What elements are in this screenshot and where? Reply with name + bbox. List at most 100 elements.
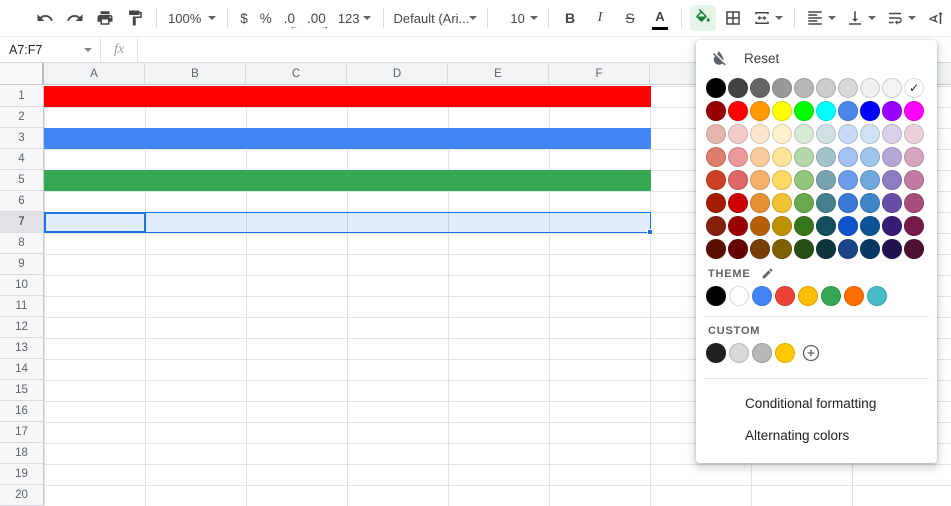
color-swatch[interactable]	[816, 78, 836, 98]
color-swatch[interactable]	[860, 170, 880, 190]
color-swatch[interactable]	[750, 170, 770, 190]
color-swatch[interactable]	[882, 78, 902, 98]
color-swatch[interactable]	[729, 286, 749, 306]
font-size-select[interactable]: 10	[498, 11, 538, 26]
color-swatch[interactable]	[750, 216, 770, 236]
color-swatch[interactable]	[838, 239, 858, 259]
color-swatch[interactable]	[882, 170, 902, 190]
color-swatch[interactable]	[860, 193, 880, 213]
format-currency-button[interactable]: $	[240, 11, 248, 26]
merge-cells-button[interactable]	[750, 5, 786, 31]
color-swatch[interactable]	[794, 101, 814, 121]
italic-button[interactable]: I	[587, 5, 613, 31]
row-header-14[interactable]: 14	[0, 359, 43, 380]
color-swatch[interactable]	[904, 124, 924, 144]
color-swatch[interactable]	[772, 78, 792, 98]
text-rotation-button[interactable]	[923, 5, 949, 31]
horizontal-align-button[interactable]	[803, 5, 839, 31]
color-swatch[interactable]	[904, 147, 924, 167]
color-swatch[interactable]	[728, 216, 748, 236]
color-swatch[interactable]	[816, 239, 836, 259]
color-swatch[interactable]	[860, 101, 880, 121]
color-swatch[interactable]	[838, 193, 858, 213]
color-swatch[interactable]	[706, 124, 726, 144]
color-swatch[interactable]	[750, 147, 770, 167]
color-swatch[interactable]	[904, 216, 924, 236]
column-header-e[interactable]: E	[448, 63, 549, 84]
color-swatch[interactable]	[794, 124, 814, 144]
color-swatch[interactable]	[750, 124, 770, 144]
row-header-6[interactable]: 6	[0, 191, 43, 212]
color-swatch[interactable]	[706, 170, 726, 190]
color-swatch[interactable]	[728, 147, 748, 167]
reset-fill-button[interactable]: Reset	[696, 40, 937, 76]
row-header-12[interactable]: 12	[0, 317, 43, 338]
color-swatch[interactable]	[772, 216, 792, 236]
color-swatch[interactable]	[860, 78, 880, 98]
color-swatch[interactable]	[904, 101, 924, 121]
color-swatch[interactable]	[904, 170, 924, 190]
color-swatch[interactable]	[772, 193, 792, 213]
font-select[interactable]: Default (Ari...	[394, 11, 478, 26]
column-header-d[interactable]: D	[347, 63, 448, 84]
row-header-15[interactable]: 15	[0, 380, 43, 401]
color-swatch[interactable]	[794, 170, 814, 190]
text-color-button[interactable]: A	[647, 5, 673, 31]
row-header-1[interactable]: 1	[0, 86, 43, 107]
color-swatch[interactable]	[860, 239, 880, 259]
color-swatch[interactable]	[728, 193, 748, 213]
color-swatch[interactable]	[728, 170, 748, 190]
color-swatch[interactable]	[772, 124, 792, 144]
color-swatch[interactable]	[838, 216, 858, 236]
color-swatch[interactable]	[706, 239, 726, 259]
color-swatch[interactable]	[794, 78, 814, 98]
more-formats-button[interactable]: 123	[338, 11, 371, 26]
color-swatch[interactable]	[882, 124, 902, 144]
alternating-colors-link[interactable]: Alternating colors	[696, 419, 937, 451]
row-header-3[interactable]: 3	[0, 128, 43, 149]
color-swatch[interactable]	[794, 147, 814, 167]
column-header-c[interactable]: C	[246, 63, 347, 84]
color-swatch[interactable]	[772, 101, 792, 121]
color-swatch[interactable]	[706, 286, 726, 306]
zoom-select[interactable]: 100%	[168, 11, 216, 26]
color-swatch[interactable]	[860, 124, 880, 144]
color-swatch[interactable]	[706, 343, 726, 363]
format-percent-button[interactable]: %	[260, 11, 272, 26]
color-swatch[interactable]	[750, 193, 770, 213]
color-swatch[interactable]	[838, 78, 858, 98]
row-header-20[interactable]: 20	[0, 485, 43, 506]
color-swatch[interactable]	[750, 101, 770, 121]
color-swatch[interactable]	[728, 78, 748, 98]
color-swatch[interactable]	[882, 101, 902, 121]
row-header-5[interactable]: 5	[0, 170, 43, 191]
color-swatch[interactable]	[706, 147, 726, 167]
color-swatch[interactable]	[706, 101, 726, 121]
color-swatch[interactable]	[729, 343, 749, 363]
row-header-9[interactable]: 9	[0, 254, 43, 275]
color-swatch[interactable]	[772, 170, 792, 190]
edit-theme-icon[interactable]	[761, 267, 774, 280]
vertical-align-button[interactable]	[843, 5, 879, 31]
color-swatch[interactable]	[844, 286, 864, 306]
color-swatch[interactable]	[728, 124, 748, 144]
color-swatch[interactable]: ✓	[904, 78, 924, 98]
color-swatch[interactable]	[860, 216, 880, 236]
color-swatch[interactable]	[882, 239, 902, 259]
row-header-4[interactable]: 4	[0, 149, 43, 170]
color-swatch[interactable]	[838, 124, 858, 144]
row-header-11[interactable]: 11	[0, 296, 43, 317]
color-swatch[interactable]	[882, 147, 902, 167]
color-swatch[interactable]	[794, 193, 814, 213]
bold-button[interactable]: B	[557, 5, 583, 31]
color-swatch[interactable]	[904, 193, 924, 213]
add-custom-color-button[interactable]	[801, 343, 821, 363]
select-all-corner[interactable]	[0, 63, 44, 85]
column-header-a[interactable]: A	[44, 63, 145, 84]
color-swatch[interactable]	[706, 193, 726, 213]
color-swatch[interactable]	[794, 216, 814, 236]
color-swatch[interactable]	[772, 239, 792, 259]
strikethrough-button[interactable]: S	[617, 5, 643, 31]
color-swatch[interactable]	[706, 78, 726, 98]
text-wrap-button[interactable]	[883, 5, 919, 31]
